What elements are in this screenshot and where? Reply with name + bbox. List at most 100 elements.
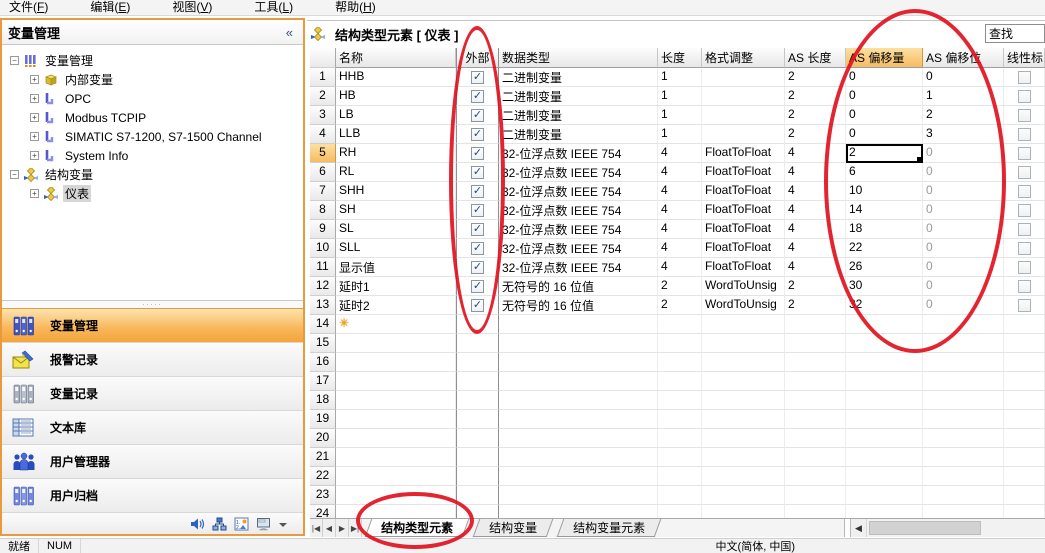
cell-format[interactable]: FloatToFloat — [702, 182, 785, 201]
cell-external[interactable]: ✓ — [456, 201, 499, 220]
cell-as-offset[interactable] — [846, 467, 923, 486]
cell-name[interactable]: 显示值 — [336, 258, 456, 277]
cell-format[interactable] — [702, 334, 785, 353]
cell-linear[interactable] — [1004, 144, 1045, 163]
external-checkbox[interactable]: ✓ — [471, 71, 484, 84]
cell-as-length[interactable]: 2 — [785, 68, 846, 87]
cell-length[interactable] — [658, 410, 702, 429]
row-number[interactable]: 2 — [310, 87, 336, 106]
linear-checkbox[interactable] — [1018, 166, 1031, 179]
cell-external[interactable] — [456, 429, 499, 448]
cell-linear[interactable] — [1004, 258, 1045, 277]
cell-as-bit[interactable]: 0 — [923, 239, 1004, 258]
cell-as-length[interactable]: 2 — [785, 87, 846, 106]
linear-checkbox[interactable] — [1018, 109, 1031, 122]
editor-nav-item[interactable]: 报警记录 — [2, 342, 303, 376]
cell-datatype[interactable] — [499, 410, 658, 429]
cell-linear[interactable] — [1004, 239, 1045, 258]
row-number[interactable]: 23 — [310, 486, 336, 505]
cell-as-offset[interactable]: 32 — [846, 296, 923, 315]
cell-length[interactable] — [658, 467, 702, 486]
cell-as-bit[interactable]: 0 — [923, 258, 1004, 277]
tab-scroll-button[interactable]: |◀ — [310, 519, 323, 537]
cell-datatype[interactable] — [499, 353, 658, 372]
cell-external[interactable] — [456, 467, 499, 486]
cell-name[interactable] — [336, 410, 456, 429]
cell-datatype[interactable]: 无符号的 16 位值 — [499, 296, 658, 315]
cell-external[interactable] — [456, 391, 499, 410]
cell-length[interactable]: 2 — [658, 277, 702, 296]
external-checkbox[interactable]: ✓ — [471, 242, 484, 255]
cell-linear[interactable] — [1004, 296, 1045, 315]
row-number[interactable]: 20 — [310, 429, 336, 448]
cell-as-bit[interactable]: 2 — [923, 106, 1004, 125]
cell-as-length[interactable] — [785, 429, 846, 448]
linear-checkbox[interactable] — [1018, 299, 1031, 312]
tree-expander-icon[interactable]: + — [30, 151, 39, 160]
cell-format[interactable] — [702, 125, 785, 144]
tab-scroll-splitter[interactable] — [844, 519, 851, 537]
cell-external[interactable]: ✓ — [456, 239, 499, 258]
collapse-panel-icon[interactable]: « — [282, 25, 297, 40]
cell-as-bit[interactable]: 3 — [923, 125, 1004, 144]
external-checkbox[interactable]: ✓ — [471, 204, 484, 217]
cell-length[interactable]: 1 — [658, 87, 702, 106]
cell-as-offset[interactable] — [846, 334, 923, 353]
cell-as-offset[interactable] — [846, 353, 923, 372]
cell-name[interactable] — [336, 372, 456, 391]
linear-checkbox[interactable] — [1018, 204, 1031, 217]
cell-format[interactable]: FloatToFloat — [702, 258, 785, 277]
cell-name[interactable]: SLL — [336, 239, 456, 258]
cell-external[interactable] — [456, 315, 499, 334]
tree-expander-icon[interactable]: + — [30, 132, 39, 141]
panel-splitter[interactable]: ..... — [2, 300, 303, 308]
cell-format[interactable] — [702, 448, 785, 467]
cell-datatype[interactable] — [499, 467, 658, 486]
cell-length[interactable]: 1 — [658, 68, 702, 87]
cell-as-offset[interactable] — [846, 486, 923, 505]
cell-as-length[interactable]: 4 — [785, 144, 846, 163]
cell-linear[interactable] — [1004, 315, 1045, 334]
cell-name[interactable] — [336, 391, 456, 410]
cell-as-length[interactable] — [785, 467, 846, 486]
tree-expander-icon[interactable]: − — [10, 56, 19, 65]
menu-item[interactable]: 编辑(E) — [81, 0, 139, 15]
cell-as-offset[interactable]: 0 — [846, 106, 923, 125]
row-number[interactable]: 21 — [310, 448, 336, 467]
cell-datatype[interactable] — [499, 391, 658, 410]
row-number[interactable]: 5 — [310, 144, 336, 163]
linear-checkbox[interactable] — [1018, 185, 1031, 198]
editor-nav-item[interactable]: 变量管理 — [2, 308, 303, 342]
cell-as-offset[interactable]: 2 — [846, 144, 923, 163]
cell-external[interactable]: ✓ — [456, 182, 499, 201]
cell-format[interactable] — [702, 315, 785, 334]
cell-as-offset[interactable] — [846, 448, 923, 467]
cell-datatype[interactable] — [499, 486, 658, 505]
cell-length[interactable]: 1 — [658, 125, 702, 144]
cell-name[interactable]: SHH — [336, 182, 456, 201]
editor-nav-item[interactable]: 变量记录 — [2, 376, 303, 410]
cell-as-length[interactable]: 4 — [785, 258, 846, 277]
cell-length[interactable]: 2 — [658, 296, 702, 315]
scrollbar-thumb[interactable] — [869, 521, 981, 535]
cell-format[interactable] — [702, 353, 785, 372]
cell-name[interactable] — [336, 467, 456, 486]
corner-header-cell[interactable] — [310, 48, 336, 68]
cell-as-length[interactable]: 4 — [785, 239, 846, 258]
cell-name[interactable]: SL — [336, 220, 456, 239]
tree-expander-icon[interactable]: + — [30, 113, 39, 122]
cell-linear[interactable] — [1004, 125, 1045, 144]
tree-item[interactable]: +Modbus TCPIP — [2, 108, 303, 127]
cell-format[interactable] — [702, 467, 785, 486]
cell-datatype[interactable] — [499, 448, 658, 467]
row-number[interactable]: 12 — [310, 277, 336, 296]
cell-as-length[interactable] — [785, 315, 846, 334]
cell-datatype[interactable]: 二进制变量 — [499, 87, 658, 106]
cell-as-length[interactable]: 4 — [785, 201, 846, 220]
editor-nav-item[interactable]: 文本库 — [2, 410, 303, 444]
cell-name[interactable] — [336, 486, 456, 505]
sitemap-icon[interactable] — [212, 517, 227, 531]
cell-format[interactable] — [702, 486, 785, 505]
cell-format[interactable]: WordToUnsig — [702, 296, 785, 315]
cell-as-length[interactable] — [785, 334, 846, 353]
